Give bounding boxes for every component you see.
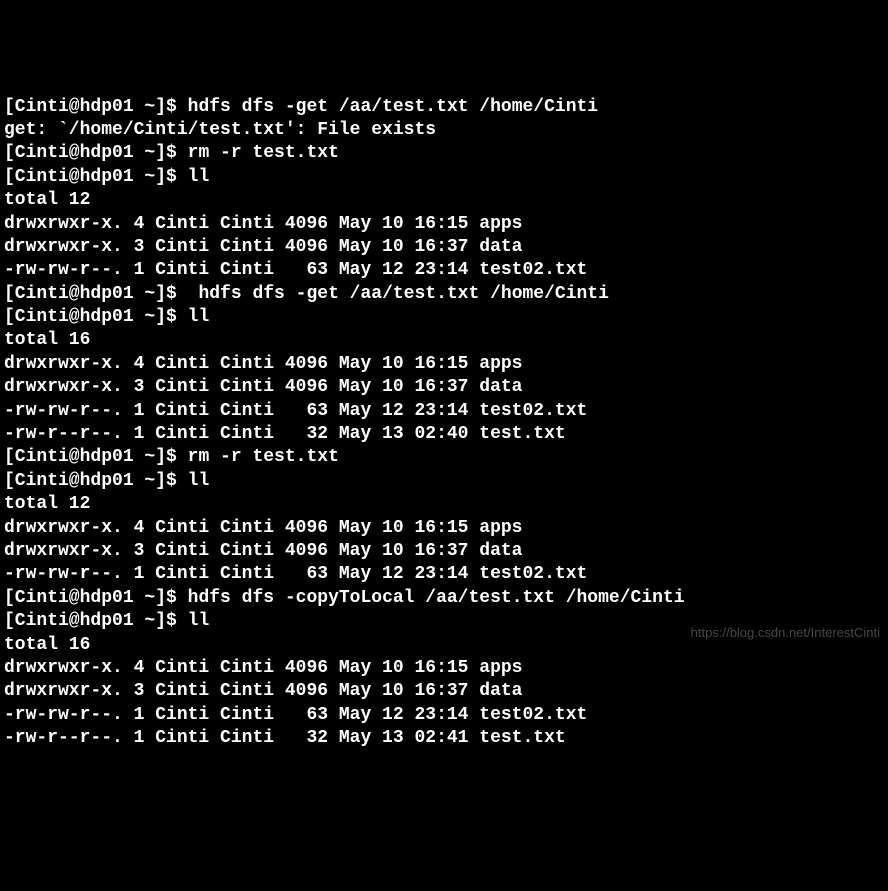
ls-entry-name: apps bbox=[479, 658, 522, 678]
shell-prompt: [Cinti@hdp01 ~]$ bbox=[4, 307, 188, 327]
terminal-line: [Cinti@hdp01 ~]$ rm -r test.txt bbox=[4, 446, 884, 469]
shell-prompt: [Cinti@hdp01 ~]$ bbox=[4, 588, 188, 608]
terminal-line: -rw-rw-r--. 1 Cinti Cinti 63 May 12 23:1… bbox=[4, 563, 884, 586]
shell-prompt: [Cinti@hdp01 ~]$ bbox=[4, 167, 188, 187]
ls-entry-meta: -rw-rw-r--. 1 Cinti Cinti 63 May 12 23:1… bbox=[4, 260, 479, 280]
terminal-line: [Cinti@hdp01 ~]$ ll bbox=[4, 470, 884, 493]
ls-entry-meta: drwxrwxr-x. 3 Cinti Cinti 4096 May 10 16… bbox=[4, 237, 479, 257]
shell-prompt: [Cinti@hdp01 ~]$ bbox=[4, 143, 188, 163]
terminal-line: drwxrwxr-x. 3 Cinti Cinti 4096 May 10 16… bbox=[4, 540, 884, 563]
ls-entry-meta: -rw-rw-r--. 1 Cinti Cinti 63 May 12 23:1… bbox=[4, 401, 479, 421]
shell-prompt: [Cinti@hdp01 ~]$ bbox=[4, 97, 188, 117]
terminal-line: [Cinti@hdp01 ~]$ rm -r test.txt bbox=[4, 142, 884, 165]
shell-command: hdfs dfs -get /aa/test.txt /home/Cinti bbox=[188, 97, 598, 117]
ls-entry-meta: drwxrwxr-x. 4 Cinti Cinti 4096 May 10 16… bbox=[4, 518, 479, 538]
shell-prompt: [Cinti@hdp01 ~]$ bbox=[4, 284, 188, 304]
terminal-line: drwxrwxr-x. 4 Cinti Cinti 4096 May 10 16… bbox=[4, 213, 884, 236]
terminal-line: drwxrwxr-x. 4 Cinti Cinti 4096 May 10 16… bbox=[4, 657, 884, 680]
ls-entry-meta: drwxrwxr-x. 4 Cinti Cinti 4096 May 10 16… bbox=[4, 214, 479, 234]
terminal-line: [Cinti@hdp01 ~]$ ll bbox=[4, 166, 884, 189]
shell-prompt: [Cinti@hdp01 ~]$ bbox=[4, 611, 188, 631]
terminal-line: [Cinti@hdp01 ~]$ ll bbox=[4, 306, 884, 329]
ls-entry-meta: -rw-rw-r--. 1 Cinti Cinti 63 May 12 23:1… bbox=[4, 564, 479, 584]
terminal-line: drwxrwxr-x. 3 Cinti Cinti 4096 May 10 16… bbox=[4, 680, 884, 703]
terminal-line: total 16 bbox=[4, 329, 884, 352]
terminal-line: [Cinti@hdp01 ~]$ hdfs dfs -get /aa/test.… bbox=[4, 96, 884, 119]
watermark-text: https://blog.csdn.net/InterestCinti bbox=[691, 625, 880, 642]
terminal-line: total 12 bbox=[4, 189, 884, 212]
shell-command: ll bbox=[188, 167, 210, 187]
ls-entry-meta: -rw-r--r--. 1 Cinti Cinti 32 May 13 02:4… bbox=[4, 424, 479, 444]
ls-entry-name: test.txt bbox=[479, 424, 565, 444]
ls-entry-name: data bbox=[479, 681, 522, 701]
ls-entry-name: data bbox=[479, 541, 522, 561]
terminal-line: get: `/home/Cinti/test.txt': File exists bbox=[4, 119, 884, 142]
terminal-line: -rw-r--r--. 1 Cinti Cinti 32 May 13 02:4… bbox=[4, 727, 884, 750]
shell-command: hdfs dfs -copyToLocal /aa/test.txt /home… bbox=[188, 588, 685, 608]
ls-entry-meta: drwxrwxr-x. 3 Cinti Cinti 4096 May 10 16… bbox=[4, 377, 479, 397]
terminal-line: drwxrwxr-x. 4 Cinti Cinti 4096 May 10 16… bbox=[4, 353, 884, 376]
ls-entry-name: test.txt bbox=[479, 728, 565, 748]
ls-entry-meta: drwxrwxr-x. 3 Cinti Cinti 4096 May 10 16… bbox=[4, 541, 479, 561]
shell-prompt: [Cinti@hdp01 ~]$ bbox=[4, 471, 188, 491]
shell-command: ll bbox=[188, 307, 210, 327]
shell-command: ll bbox=[188, 611, 210, 631]
ls-entry-meta: drwxrwxr-x. 4 Cinti Cinti 4096 May 10 16… bbox=[4, 658, 479, 678]
shell-command: hdfs dfs -get /aa/test.txt /home/Cinti bbox=[188, 284, 609, 304]
shell-command: rm -r test.txt bbox=[188, 143, 339, 163]
shell-command: ll bbox=[188, 471, 210, 491]
ls-entry-meta: -rw-r--r--. 1 Cinti Cinti 32 May 13 02:4… bbox=[4, 728, 479, 748]
ls-entry-meta: drwxrwxr-x. 4 Cinti Cinti 4096 May 10 16… bbox=[4, 354, 479, 374]
terminal-line: -rw-rw-r--. 1 Cinti Cinti 63 May 12 23:1… bbox=[4, 704, 884, 727]
terminal-output[interactable]: [Cinti@hdp01 ~]$ hdfs dfs -get /aa/test.… bbox=[4, 96, 884, 751]
terminal-line: -rw-r--r--. 1 Cinti Cinti 32 May 13 02:4… bbox=[4, 423, 884, 446]
terminal-line: [Cinti@hdp01 ~]$ hdfs dfs -copyToLocal /… bbox=[4, 587, 884, 610]
ls-entry-name: test02.txt bbox=[479, 401, 587, 421]
ls-entry-name: apps bbox=[479, 518, 522, 538]
terminal-line: drwxrwxr-x. 4 Cinti Cinti 4096 May 10 16… bbox=[4, 517, 884, 540]
terminal-line: [Cinti@hdp01 ~]$ hdfs dfs -get /aa/test.… bbox=[4, 283, 884, 306]
terminal-line: drwxrwxr-x. 3 Cinti Cinti 4096 May 10 16… bbox=[4, 376, 884, 399]
terminal-line: -rw-rw-r--. 1 Cinti Cinti 63 May 12 23:1… bbox=[4, 259, 884, 282]
ls-entry-name: test02.txt bbox=[479, 564, 587, 584]
terminal-line: total 12 bbox=[4, 493, 884, 516]
terminal-line: -rw-rw-r--. 1 Cinti Cinti 63 May 12 23:1… bbox=[4, 400, 884, 423]
shell-command: rm -r test.txt bbox=[188, 447, 339, 467]
ls-entry-name: apps bbox=[479, 354, 522, 374]
ls-entry-name: test02.txt bbox=[479, 705, 587, 725]
ls-entry-name: test02.txt bbox=[479, 260, 587, 280]
ls-entry-meta: -rw-rw-r--. 1 Cinti Cinti 63 May 12 23:1… bbox=[4, 705, 479, 725]
ls-entry-name: data bbox=[479, 377, 522, 397]
ls-entry-meta: drwxrwxr-x. 3 Cinti Cinti 4096 May 10 16… bbox=[4, 681, 479, 701]
ls-entry-name: apps bbox=[479, 214, 522, 234]
terminal-line: drwxrwxr-x. 3 Cinti Cinti 4096 May 10 16… bbox=[4, 236, 884, 259]
ls-entry-name: data bbox=[479, 237, 522, 257]
shell-prompt: [Cinti@hdp01 ~]$ bbox=[4, 447, 188, 467]
